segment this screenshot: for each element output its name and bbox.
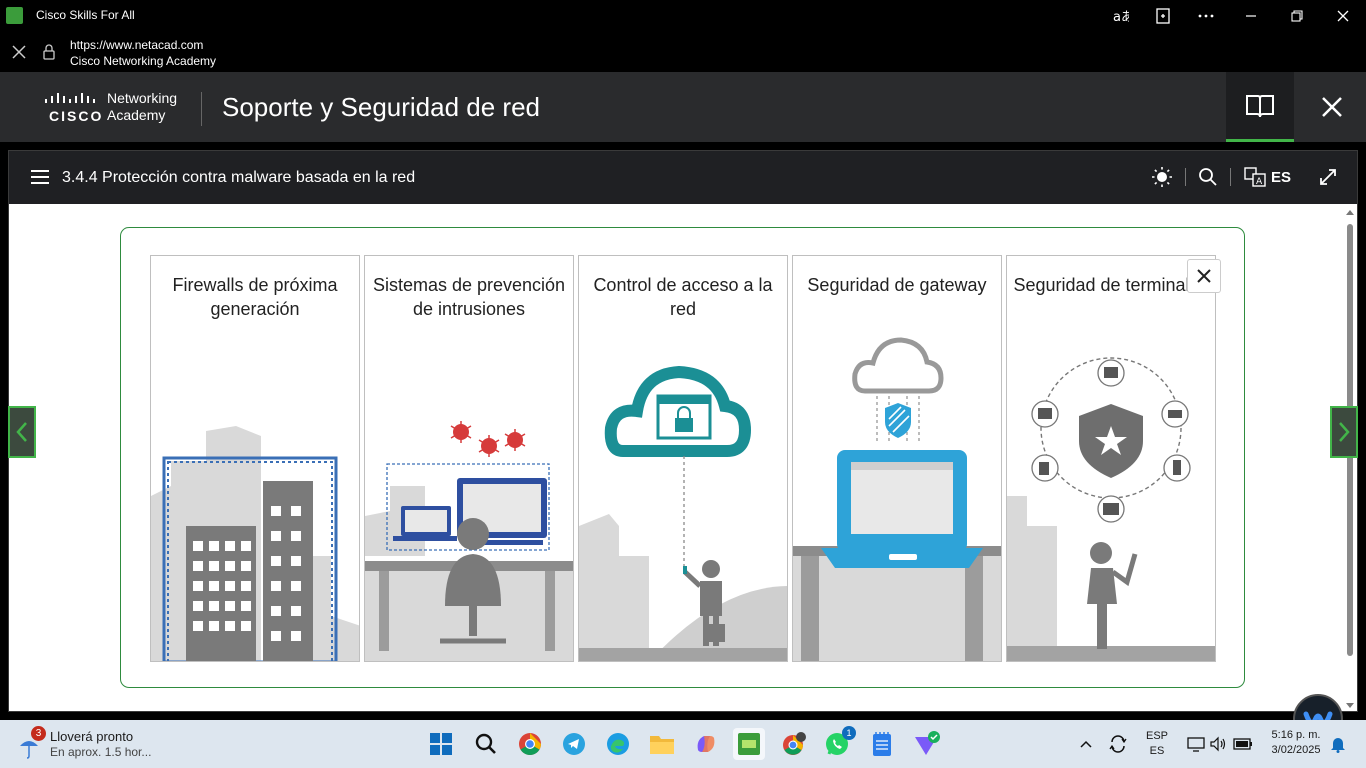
- close-icon: [1197, 269, 1211, 283]
- lock-icon[interactable]: [41, 43, 57, 61]
- endpoint-security-illustration: [1007, 357, 1215, 661]
- book-button[interactable]: [1226, 72, 1294, 142]
- weather-headline: Lloverá pronto: [50, 729, 134, 744]
- browser-titlebar: Cisco Skills For All aあ: [0, 0, 1366, 32]
- toolbar-separator: [1185, 168, 1186, 186]
- malware-bug-icon: [450, 421, 526, 457]
- edge-icon[interactable]: [602, 728, 634, 760]
- battery-icon[interactable]: [1227, 728, 1259, 760]
- module-frame: 3.4.4 Protección contra malware basada e…: [8, 150, 1358, 744]
- clock-date: 3/02/2025: [1271, 744, 1321, 756]
- file-explorer-icon[interactable]: [646, 728, 678, 760]
- whatsapp-badge: 1: [842, 726, 856, 740]
- clock[interactable]: 5:16 p. m. 3/02/2025: [1262, 729, 1330, 756]
- whatsapp-icon[interactable]: 1: [822, 726, 856, 760]
- close-icon[interactable]: [9, 42, 29, 62]
- chrome-icon[interactable]: [514, 728, 546, 760]
- shield-star-icon: [1079, 404, 1143, 478]
- card-title: Seguridad de gateway: [807, 275, 987, 295]
- site-name: Cisco Networking Academy: [70, 54, 217, 68]
- card-title: Control de acceso a la red: [593, 275, 773, 319]
- chevron-up-icon[interactable]: [1070, 728, 1102, 760]
- window-title: Cisco Skills For All: [36, 8, 135, 22]
- card-intrusion-prevention[interactable]: Sistemas de prevención de intrusiones: [364, 255, 574, 662]
- card-endpoint-security[interactable]: Seguridad de terminales: [1006, 255, 1216, 662]
- next-arrow-button[interactable]: [1330, 406, 1358, 458]
- language-code[interactable]: ES: [1271, 169, 1291, 186]
- chevron-left-icon: [16, 422, 27, 442]
- svg-text:aあ: aあ: [1113, 10, 1129, 24]
- interactive-panel: Firewalls de próxima generación Sistemas…: [120, 227, 1245, 688]
- windows-taskbar: 3 Lloverá pronto En aprox. 1.5 hor... 1: [0, 720, 1366, 768]
- card-firewalls[interactable]: Firewalls de próxima generación: [150, 255, 360, 662]
- chrome-profile-icon[interactable]: [778, 728, 810, 760]
- close-icon: [1322, 97, 1342, 117]
- read-aloud-icon[interactable]: aあ: [1098, 0, 1144, 32]
- close-window-button[interactable]: [1320, 0, 1366, 32]
- scrollbar[interactable]: [1345, 208, 1355, 710]
- skills-for-all-taskbar-icon[interactable]: [733, 728, 765, 760]
- input-language-line1: ESP: [1145, 730, 1168, 742]
- clock-time: 5:16 p. m.: [1271, 729, 1321, 741]
- cisco-wordmark: CISCO: [49, 108, 104, 124]
- cloud-lock-icon: [604, 365, 752, 457]
- module-content: Firewalls de próxima generación Sistemas…: [9, 204, 1357, 744]
- telegram-icon[interactable]: [558, 728, 590, 760]
- restore-button[interactable]: [1274, 0, 1320, 32]
- weather-widget[interactable]: 3 Lloverá pronto En aprox. 1.5 hor...: [18, 726, 178, 762]
- card-network-access-control[interactable]: Control de acceso a la red: [578, 255, 788, 662]
- url-text[interactable]: https://www.netacad.com: [70, 38, 203, 52]
- search-icon[interactable]: [470, 728, 502, 760]
- cisco-networking-academy-logo: CISCO Networking Academy: [44, 90, 194, 130]
- minimize-button[interactable]: [1228, 0, 1274, 32]
- cloud-icon: [852, 337, 944, 394]
- input-language-line2: ES: [1149, 745, 1165, 757]
- search-icon[interactable]: [1196, 165, 1220, 189]
- address-bar: https://www.netacad.com Cisco Networking…: [0, 32, 1366, 72]
- theme-toggle-icon[interactable]: [1150, 165, 1174, 189]
- chevron-right-icon: [1339, 422, 1350, 442]
- weather-detail: En aprox. 1.5 hor...: [50, 745, 152, 759]
- logo-academy-text: Academy: [107, 107, 166, 123]
- close-course-button[interactable]: [1302, 72, 1362, 142]
- copilot-icon[interactable]: [690, 728, 722, 760]
- app-install-icon[interactable]: [1140, 0, 1186, 32]
- fullscreen-icon[interactable]: [1316, 165, 1340, 189]
- vpn-app-icon[interactable]: [910, 728, 942, 760]
- card-title: Seguridad de terminales: [1013, 275, 1209, 295]
- more-options-icon[interactable]: [1183, 0, 1229, 32]
- book-icon: [1246, 94, 1274, 117]
- translate-icon[interactable]: A: [1243, 165, 1267, 189]
- notification-bell-icon[interactable]: [1322, 728, 1354, 760]
- notepad-icon[interactable]: [866, 728, 898, 760]
- skills-for-all-app-icon: [6, 7, 23, 24]
- menu-icon[interactable]: [31, 170, 49, 184]
- logo-networking-text: Networking: [107, 90, 178, 106]
- course-title: Soporte y Seguridad de red: [222, 92, 540, 122]
- svg-text:A: A: [1256, 177, 1263, 187]
- gateway-security-illustration: [793, 337, 1001, 661]
- card-title: Firewalls de próxima generación: [172, 275, 338, 319]
- course-header: CISCO Networking Academy Soporte y Segur…: [0, 72, 1366, 142]
- start-menu-icon[interactable]: [425, 728, 457, 760]
- cisco-bars-icon: [45, 93, 95, 103]
- close-panel-button[interactable]: [1187, 259, 1221, 293]
- weather-badge: 3: [31, 726, 46, 741]
- header-divider: [201, 92, 202, 126]
- module-title: 3.4.4 Protección contra malware basada e…: [62, 169, 416, 186]
- toolbar-separator: [1230, 168, 1231, 186]
- card-gateway-security[interactable]: Seguridad de gateway: [792, 255, 1002, 662]
- sync-icon[interactable]: [1102, 728, 1134, 760]
- input-language[interactable]: ESP ES: [1143, 730, 1171, 757]
- module-toolbar: 3.4.4 Protección contra malware basada e…: [9, 151, 1357, 204]
- card-title: Sistemas de prevención de intrusiones: [372, 275, 566, 319]
- previous-arrow-button[interactable]: [8, 406, 36, 458]
